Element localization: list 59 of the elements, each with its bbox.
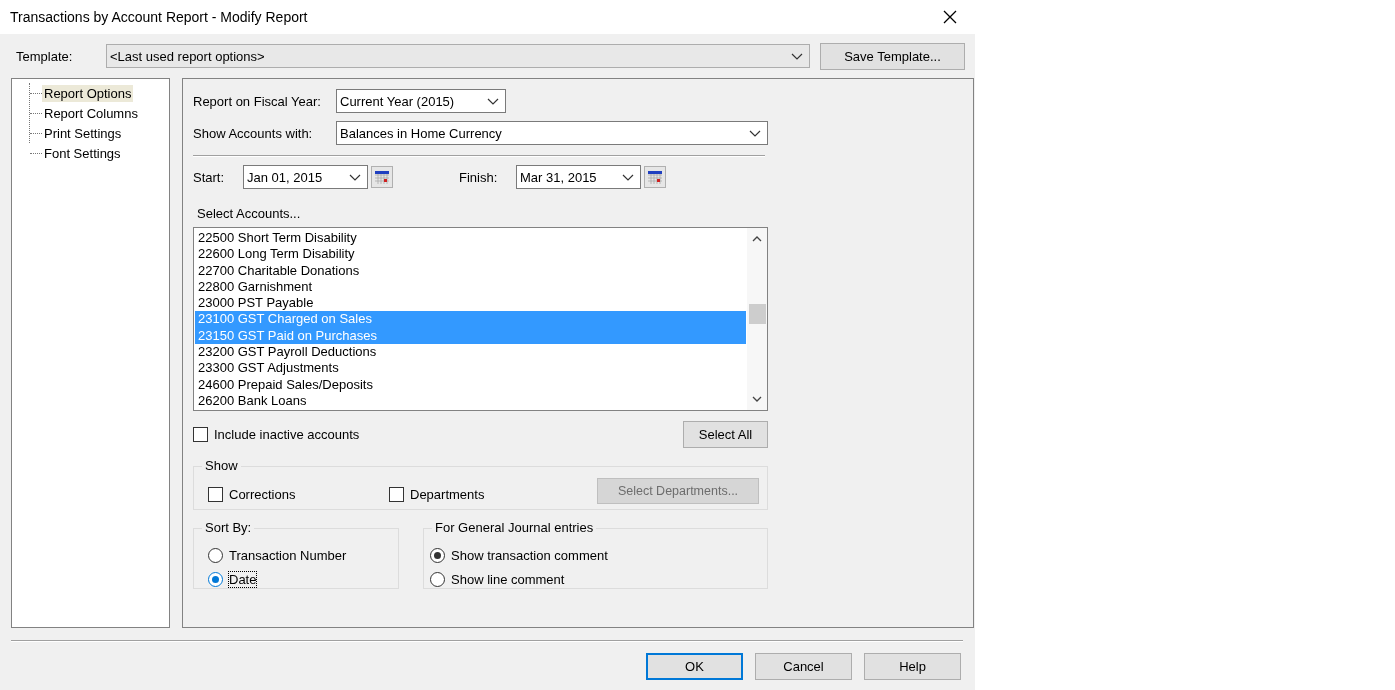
account-item[interactable]: 23000 PST Payable [195, 295, 746, 312]
checkbox[interactable] [193, 427, 208, 442]
tree-item[interactable]: Print Settings [42, 124, 124, 142]
radio-label: Date [229, 571, 257, 587]
show-accounts-dropdown[interactable]: Balances in Home Currency [336, 121, 768, 145]
chevron-down-icon [622, 173, 634, 181]
dialog-button[interactable]: Cancel [755, 653, 852, 680]
radio-label: Show transaction comment [451, 547, 608, 563]
scrollbar-thumb[interactable] [748, 304, 766, 324]
start-label: Start: [193, 169, 226, 185]
scroll-down-icon[interactable] [752, 396, 762, 402]
account-item[interactable]: 23300 GST Adjustments [195, 360, 746, 377]
chevron-down-icon [791, 52, 803, 60]
fiscal-year-label: Report on Fiscal Year: [193, 93, 322, 109]
checkbox[interactable] [389, 486, 404, 502]
start-date-dropdown[interactable]: Jan 01, 2015 [243, 165, 368, 189]
general-journal-title: For General Journal entries [432, 520, 597, 535]
fiscal-year-dropdown[interactable]: Current Year (2015) [336, 89, 506, 113]
dialog-button[interactable]: OK [646, 653, 743, 680]
account-item[interactable]: 23200 GST Payroll Deductions [195, 344, 746, 361]
scroll-up-icon[interactable] [752, 236, 762, 242]
radio-button[interactable] [208, 571, 223, 587]
chevron-down-icon [487, 97, 499, 105]
account-item[interactable]: 22800 Garnishment [195, 278, 746, 296]
window-title: Transactions by Account Report - Modify Report [10, 9, 308, 25]
close-icon[interactable] [943, 10, 957, 24]
calendar-button[interactable] [371, 166, 393, 188]
account-item[interactable]: 24600 Prepaid Sales/Deposits [195, 376, 746, 393]
finish-label: Finish: [459, 169, 499, 185]
select-accounts-label: Select Accounts... [197, 206, 302, 221]
account-item[interactable]: 22500 Short Term Disability [195, 230, 746, 247]
radio-label: Show line comment [451, 571, 565, 587]
radio-label: Transaction Number [229, 547, 347, 563]
checkbox-label: Departments [410, 486, 485, 502]
radio-button[interactable] [430, 571, 445, 587]
show-group-title: Show [202, 458, 241, 473]
tree-item[interactable]: Font Settings [42, 144, 123, 162]
include-inactive-label: Include inactive accounts [214, 427, 360, 442]
radio-button[interactable] [430, 547, 445, 563]
scrollbar[interactable] [747, 228, 767, 410]
template-label: Template: [15, 48, 74, 64]
chevron-down-icon [349, 173, 361, 181]
finish-date-dropdown[interactable]: Mar 31, 2015 [516, 165, 641, 189]
account-item[interactable]: 22600 Long Term Disability [195, 246, 746, 263]
checkbox-label: Corrections [229, 486, 297, 502]
dialog-button[interactable]: Help [864, 653, 961, 680]
save-template-button[interactable]: Save Template... [820, 42, 965, 70]
show-accounts-label: Show Accounts with: [193, 125, 314, 141]
tree-item[interactable]: Report Columns [42, 104, 140, 122]
template-dropdown[interactable]: <Last used report options> [106, 44, 810, 68]
account-item[interactable]: 26200 Bank Loans [195, 392, 746, 410]
calendar-button[interactable] [644, 166, 666, 188]
select-all-button[interactable]: Select All [683, 421, 768, 448]
account-item[interactable]: 22700 Charitable Donations [195, 262, 746, 279]
radio-button[interactable] [208, 547, 223, 563]
sort-by-title: Sort By: [202, 520, 255, 535]
tree-item[interactable]: Report Options [42, 84, 134, 102]
chevron-down-icon [749, 129, 761, 137]
checkbox[interactable] [208, 486, 223, 502]
